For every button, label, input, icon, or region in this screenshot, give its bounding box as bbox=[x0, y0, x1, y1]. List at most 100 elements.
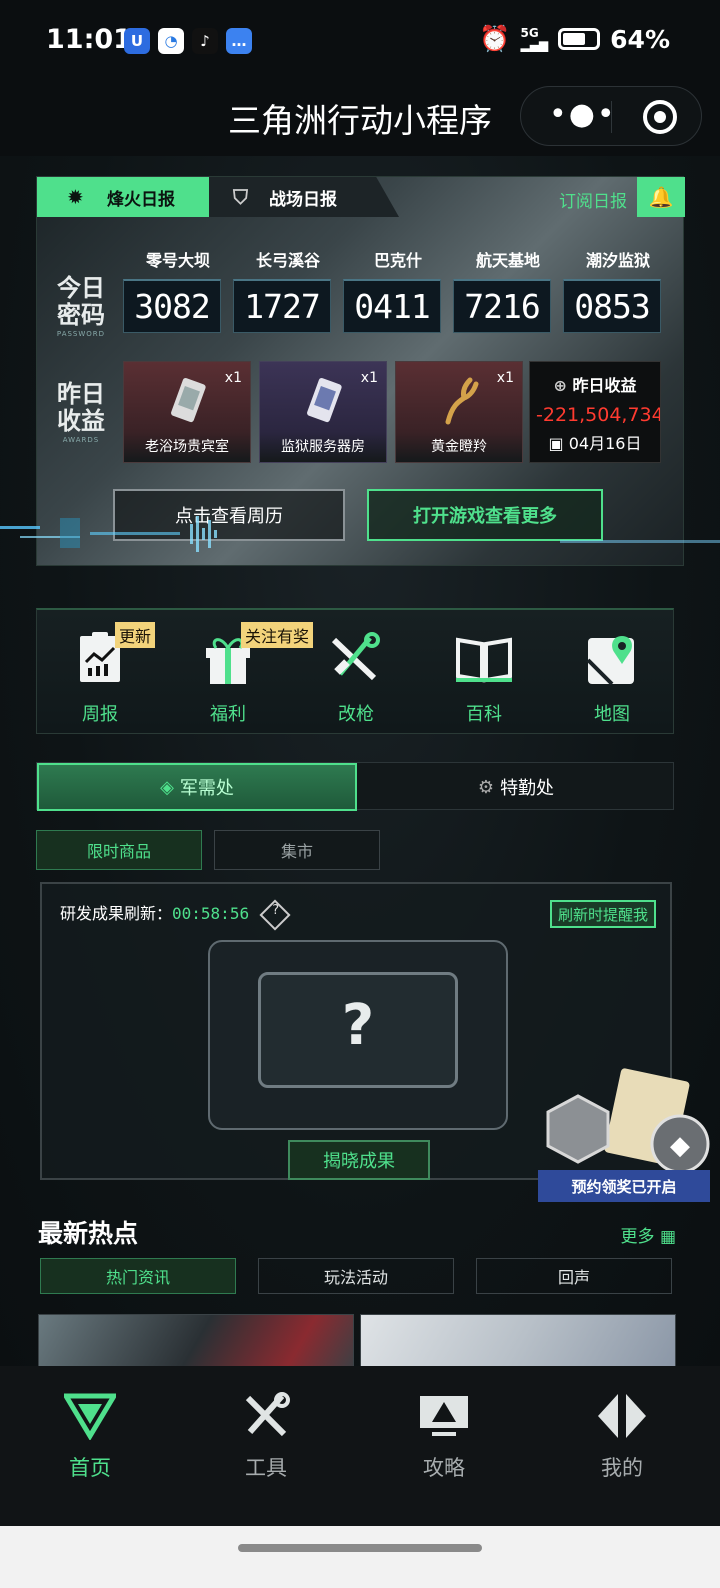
quick-nav: 周报 更新 福利 关注有奖 改枪 百科 地图 bbox=[36, 608, 674, 734]
password-label-line2: 密码 bbox=[57, 301, 105, 329]
tab-echo[interactable]: 回声 bbox=[476, 1258, 672, 1294]
tab-limited-goods[interactable]: 限时商品 bbox=[36, 830, 202, 870]
map-name: 潮汐监狱 bbox=[585, 251, 650, 270]
research-title: 研发成果刷新： bbox=[60, 904, 173, 923]
nav-tools[interactable]: 工具 bbox=[206, 1392, 326, 1482]
map-code[interactable]: 7216 bbox=[453, 279, 551, 333]
service-segment: ◈ 军需处 ⚙ 特勤处 bbox=[36, 762, 675, 811]
item-quantity: x1 bbox=[496, 370, 514, 386]
awards-label-line2: 收益 bbox=[57, 407, 105, 435]
battery-percent: 64% bbox=[610, 24, 670, 54]
gears-icon: ⚙ bbox=[477, 776, 495, 798]
research-refresh-timer: 研发成果刷新：00:58:56 ? bbox=[60, 898, 291, 931]
nav-guide[interactable]: 攻略 bbox=[384, 1392, 504, 1482]
yesterday-earnings: ⊕ 昨日收益 -221,504,734 ▣ 04月16日 bbox=[529, 361, 661, 463]
tab-battlefield-report[interactable]: ⛉ 战场日报 bbox=[209, 177, 399, 217]
home-indicator[interactable] bbox=[238, 1544, 482, 1552]
tab-hot-news[interactable]: 热门资讯 bbox=[40, 1258, 236, 1294]
golden-gazelle-icon bbox=[445, 377, 479, 425]
monitor-icon bbox=[420, 1396, 468, 1436]
message-app-icon: … bbox=[226, 28, 252, 54]
close-miniprogram-icon[interactable] bbox=[643, 100, 677, 134]
map-names: 零号大坝 长弓溪谷 巴克什 航天基地 潮汐监狱 bbox=[123, 247, 683, 271]
nav-gun-mod[interactable]: 改枪 bbox=[301, 630, 411, 726]
tab-quartermaster[interactable]: ◈ 军需处 bbox=[37, 763, 357, 811]
password-label-line1: 今日 bbox=[57, 274, 105, 302]
map-name: 零号大坝 bbox=[145, 251, 210, 270]
system-gesture-area bbox=[0, 1526, 720, 1588]
glitch-decoration bbox=[0, 516, 720, 552]
tab-market[interactable]: 集市 bbox=[214, 830, 380, 870]
tab-label: 军需处 bbox=[179, 778, 234, 799]
nav-label: 地图 bbox=[594, 704, 630, 725]
alarm-icon: ⏰ bbox=[479, 24, 511, 53]
bell-icon[interactable]: 🔔 bbox=[637, 177, 685, 217]
earnings-date-text: 04月16日 bbox=[568, 434, 642, 453]
nav-profile[interactable]: 我的 bbox=[562, 1392, 682, 1482]
more-label: 更多 bbox=[620, 1227, 655, 1247]
map-pin-icon bbox=[586, 636, 634, 686]
item-label: 监狱服务器房 bbox=[281, 439, 365, 455]
map-codes: 3082 1727 0411 7216 0853 bbox=[123, 279, 683, 333]
news-thumbnail[interactable] bbox=[38, 1314, 354, 1366]
awards-label: 昨日 收益 AWARDS bbox=[43, 381, 119, 445]
unknown-result: ? bbox=[341, 993, 375, 1058]
main-content[interactable]: ✹ 烽火日报 ⛉ 战场日报 订阅日报 🔔 今日 密码 PASSWORD 昨日 收… bbox=[0, 156, 720, 1366]
reveal-result-button[interactable]: 揭晓成果 bbox=[288, 1140, 430, 1180]
earnings-date: ▣ 04月16日 bbox=[530, 430, 660, 454]
news-thumbnail[interactable] bbox=[360, 1314, 676, 1366]
status-bar: 11:01 U ◔ ♪ … ⏰ 5G ▂▄▆ 64% bbox=[0, 0, 720, 80]
nav-encyclopedia[interactable]: 百科 bbox=[429, 630, 539, 726]
nav-label: 福利 bbox=[210, 704, 246, 725]
map-name: 巴克什 bbox=[373, 251, 422, 270]
reservation-promo[interactable]: ◆ 预约领奖已开启 bbox=[538, 1066, 710, 1202]
tiktok-app-icon: ♪ bbox=[192, 28, 218, 54]
nav-weekly-report[interactable]: 周报 更新 bbox=[45, 622, 155, 726]
chat-app-icon: ◔ bbox=[158, 28, 184, 54]
tab-label: 战场日报 bbox=[269, 189, 337, 210]
grid-icon: ▦ bbox=[659, 1227, 676, 1247]
earnings-value: -221,504,734 bbox=[536, 404, 660, 426]
tab-label: 特勤处 bbox=[500, 778, 555, 799]
item-label: 黄金瞪羚 bbox=[431, 439, 487, 455]
reward-item[interactable]: x1 黄金瞪羚 bbox=[395, 361, 523, 463]
map-code[interactable]: 3082 bbox=[123, 279, 221, 333]
item-quantity: x1 bbox=[360, 370, 378, 386]
map-code[interactable]: 1727 bbox=[233, 279, 331, 333]
shield-app-icon: U bbox=[124, 28, 150, 54]
awards-label-line1: 昨日 bbox=[57, 380, 105, 408]
profile-logo-icon bbox=[598, 1394, 646, 1438]
capsule-divider bbox=[611, 101, 612, 133]
title-bar: 三角洲行动小程序 •●• bbox=[0, 80, 720, 156]
home-logo-icon bbox=[61, 1393, 119, 1441]
tab-label: 烽火日报 bbox=[107, 189, 175, 210]
map-code[interactable]: 0411 bbox=[343, 279, 441, 333]
promo-art: ◆ bbox=[546, 1068, 710, 1174]
nav-label: 工具 bbox=[245, 1456, 287, 1480]
calendar-icon: ▣ bbox=[548, 434, 569, 453]
hot-news-heading: 最新热点 bbox=[38, 1219, 139, 1248]
beacon-icon: ✹ bbox=[67, 185, 84, 209]
nav-welfare[interactable]: 福利 关注有奖 bbox=[173, 622, 314, 726]
earnings-title-text: 昨日收益 bbox=[572, 376, 637, 395]
more-news-link[interactable]: 更多 ▦ bbox=[621, 1222, 676, 1247]
reward-item[interactable]: x1 老浴场贵宾室 bbox=[123, 361, 251, 463]
nav-label: 攻略 bbox=[423, 1456, 465, 1480]
status-time: 11:01 bbox=[46, 24, 132, 55]
reward-item[interactable]: x1 监狱服务器房 bbox=[259, 361, 387, 463]
nav-home[interactable]: 首页 bbox=[30, 1392, 150, 1482]
countdown: 00:58:56 bbox=[172, 904, 250, 923]
miniprogram-capsule: •●• bbox=[520, 86, 702, 146]
tab-beacon-report[interactable]: ✹ 烽火日报 bbox=[37, 177, 209, 217]
help-icon[interactable]: ? bbox=[259, 898, 291, 931]
nav-map[interactable]: 地图 bbox=[557, 630, 667, 726]
nav-label: 我的 bbox=[601, 1456, 643, 1480]
tab-events[interactable]: 玩法活动 bbox=[258, 1258, 454, 1294]
mystery-crate: ? bbox=[208, 940, 508, 1130]
subscribe-report-link[interactable]: 订阅日报 bbox=[559, 187, 627, 212]
tab-special-ops[interactable]: ⚙ 特勤处 bbox=[357, 763, 675, 811]
more-menu-icon[interactable]: •●• bbox=[549, 100, 617, 130]
map-code[interactable]: 0853 bbox=[563, 279, 661, 333]
promo-banner: 预约领奖已开启 bbox=[538, 1170, 710, 1202]
remind-me-button[interactable]: 刷新时提醒我 bbox=[549, 900, 656, 928]
